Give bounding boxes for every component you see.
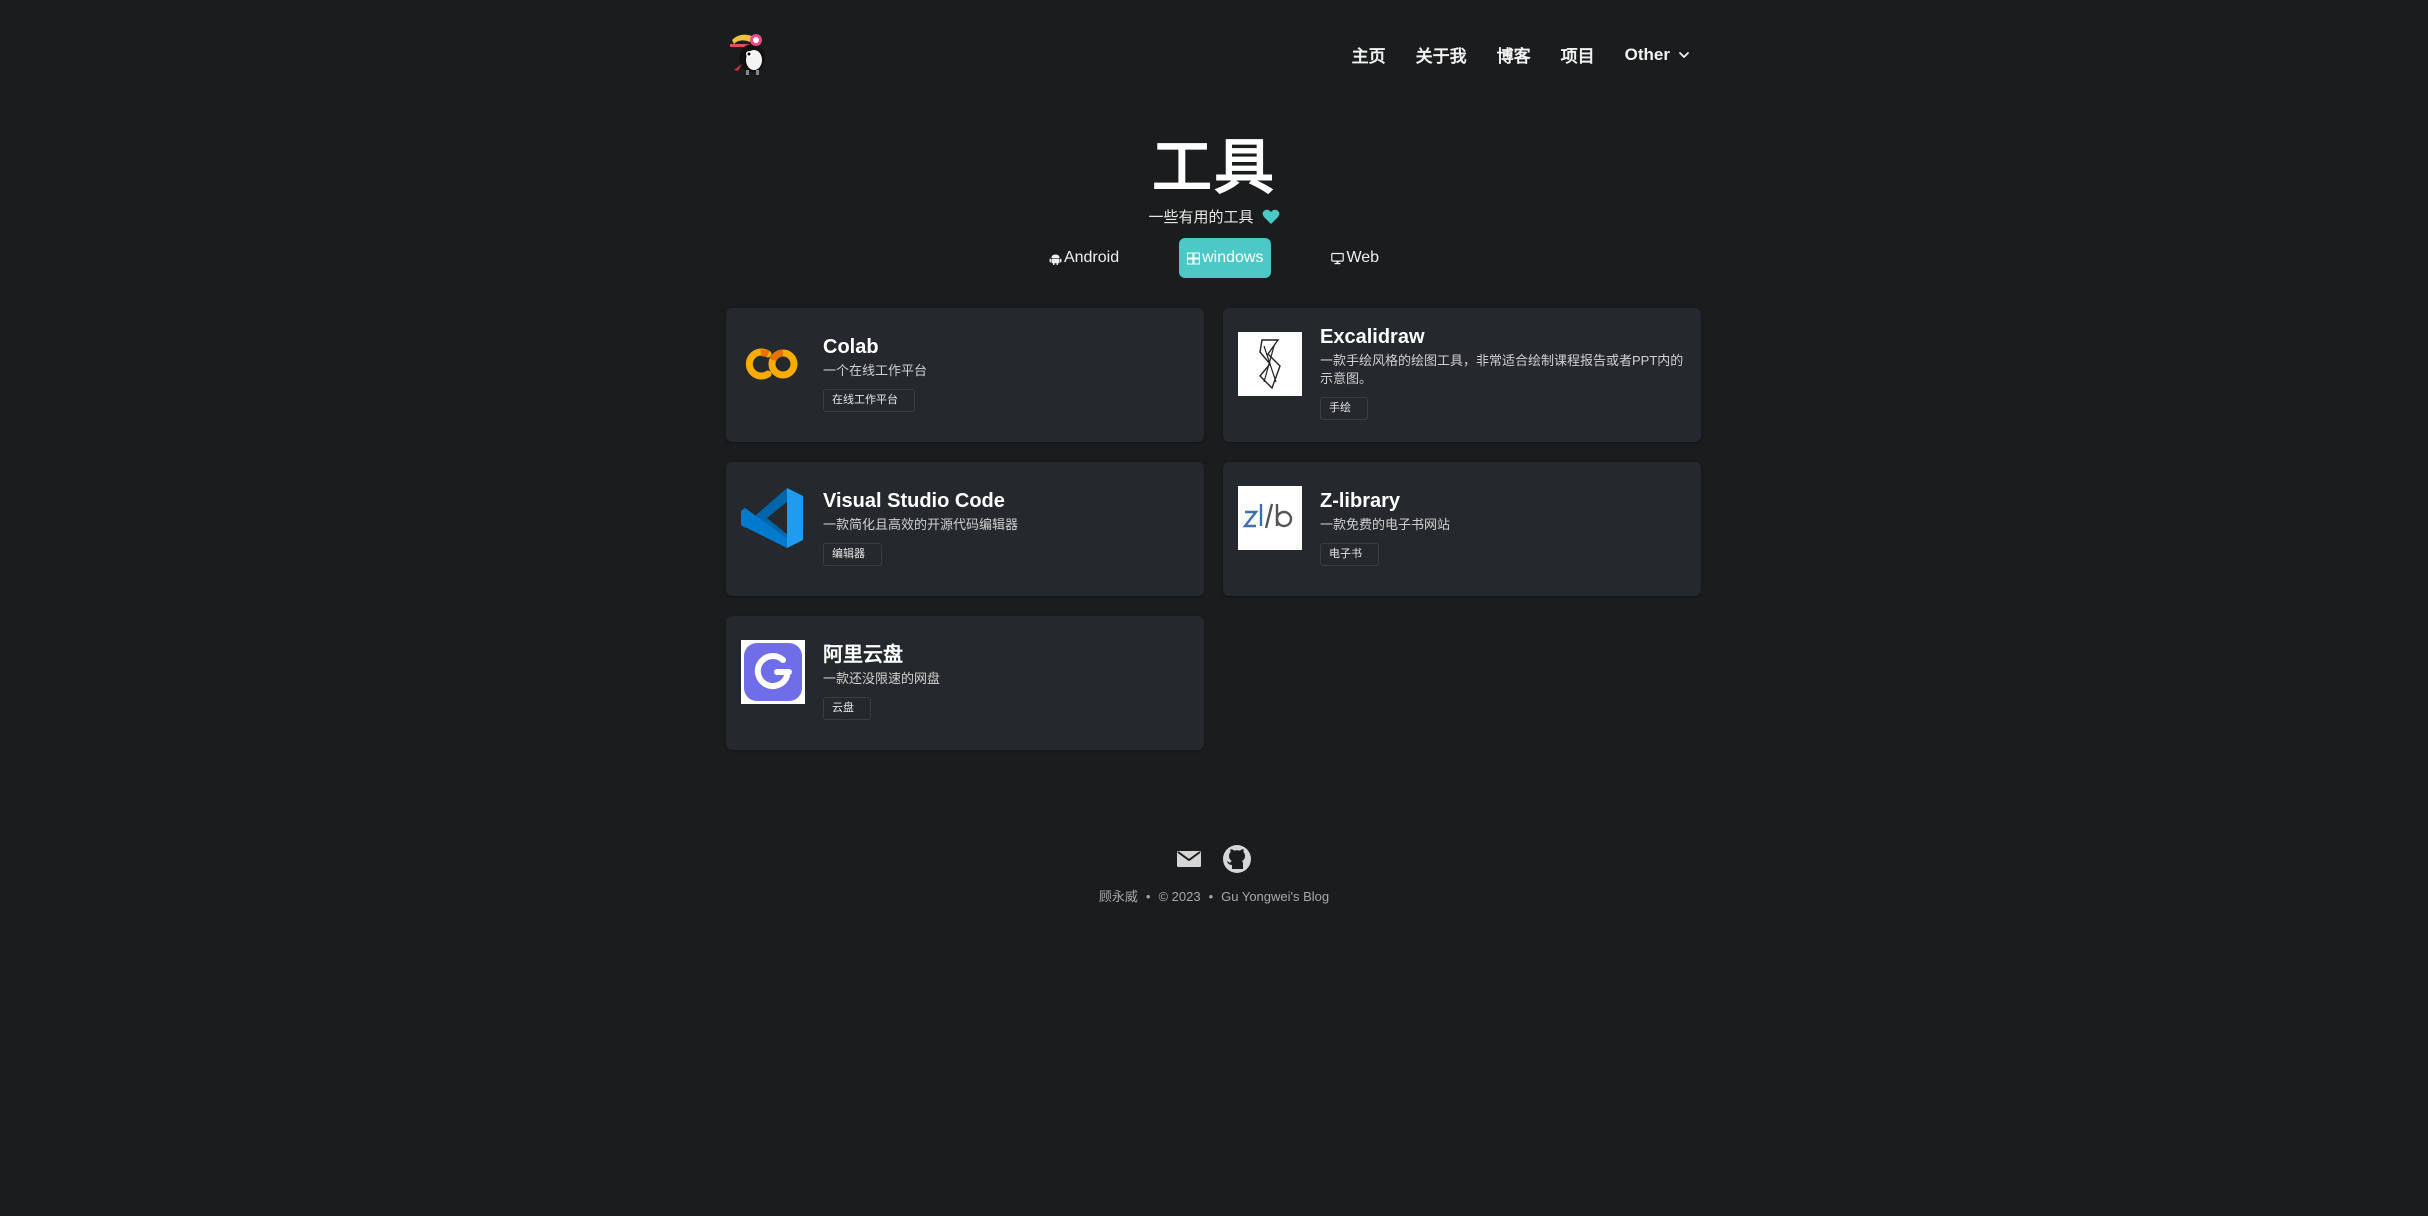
tool-tag[interactable]: 手绘 (1320, 397, 1368, 420)
tool-tag[interactable]: 云盘 (823, 697, 871, 720)
page-subtitle-row: 一些有用的工具 (0, 206, 2428, 227)
tab-web-label: Web (1346, 249, 1380, 266)
nav-home[interactable]: 主页 (1352, 42, 1386, 67)
github-icon[interactable] (1222, 844, 1252, 874)
tool-description: 一款还没限速的网盘 (823, 671, 941, 686)
tool-description: 一款简化且高效的开源代码编辑器 (823, 517, 1019, 532)
nav-about[interactable]: 关于我 (1416, 42, 1467, 67)
card-body: 阿里云盘 一款还没限速的网盘 云盘 (823, 642, 1192, 720)
nav-other-dropdown[interactable]: Other (1625, 45, 1690, 65)
tool-card-excalidraw[interactable]: Excalidraw 一款手绘风格的绘图工具，非常适合绘制课程报告或者PPT内的… (1223, 308, 1701, 442)
windows-icon (1187, 252, 1200, 264)
tab-android-label: Android (1063, 249, 1120, 266)
tool-card-aliyun-drive[interactable]: 阿里云盘 一款还没限速的网盘 云盘 (726, 616, 1204, 750)
footer-copyright: © 2023 (1158, 889, 1201, 904)
heart-icon (1262, 209, 1279, 224)
tool-tag[interactable]: 编辑器 (823, 543, 882, 566)
page-title: 工具 (1152, 134, 1276, 201)
tool-name: Colab (823, 336, 879, 358)
tool-name: Z-library (1320, 490, 1401, 512)
vscode-icon (741, 488, 803, 548)
tool-name: 阿里云盘 (823, 644, 903, 666)
tool-description: 一款手绘风格的绘图工具，非常适合绘制课程报告或者PPT内的示意图。 (1320, 353, 1684, 386)
monitor-icon (1331, 252, 1345, 264)
android-icon (1049, 254, 1062, 265)
card-body: Z-library 一款免费的电子书网站 电子书 (1320, 488, 1689, 566)
tool-description: 一款免费的电子书网站 (1320, 517, 1451, 532)
tool-tag[interactable]: 电子书 (1320, 543, 1379, 566)
card-body: Colab 一个在线工作平台 在线工作平台 (823, 334, 1192, 412)
tab-windows-label: windows (1202, 249, 1264, 266)
zlibrary-icon (1238, 486, 1302, 550)
chevron-down-icon (1679, 51, 1689, 58)
footer-text: 顾永威 • © 2023 • Gu Yongwei's Blog (0, 886, 2428, 905)
mail-icon[interactable] (1176, 849, 1202, 869)
footer-separator: • (1208, 889, 1214, 904)
nav-blog[interactable]: 博客 (1497, 42, 1531, 67)
card-body: Excalidraw 一款手绘风格的绘图工具，非常适合绘制课程报告或者PPT内的… (1320, 324, 1689, 420)
tool-description: 一个在线工作平台 (823, 363, 928, 378)
tool-name: Excalidraw (1320, 326, 1425, 348)
tool-card-colab[interactable]: Colab 一个在线工作平台 在线工作平台 (726, 308, 1204, 442)
excalidraw-icon (1238, 332, 1302, 396)
colab-icon (745, 348, 798, 380)
footer-social-links (0, 844, 2428, 874)
site-logo[interactable] (726, 30, 772, 76)
aliyun-drive-icon (741, 640, 805, 704)
card-body: Visual Studio Code 一款简化且高效的开源代码编辑器 编辑器 (823, 488, 1192, 566)
footer-site-link[interactable]: Gu Yongwei's Blog (1221, 889, 1329, 904)
page-subtitle: 一些有用的工具 (1148, 209, 1254, 226)
nav-other-label: Other (1624, 44, 1670, 64)
tool-card-vscode[interactable]: Visual Studio Code 一款简化且高效的开源代码编辑器 编辑器 (726, 462, 1204, 596)
tool-tag[interactable]: 在线工作平台 (823, 389, 915, 412)
footer-separator: • (1145, 889, 1151, 904)
platform-tabs: Android windows Web (0, 238, 2428, 278)
tool-card-zlibrary[interactable]: Z-library 一款免费的电子书网站 电子书 (1223, 462, 1701, 596)
tab-windows[interactable]: windows (1179, 238, 1272, 278)
tab-android[interactable]: Android (1041, 238, 1127, 278)
tool-name: Visual Studio Code (823, 490, 1005, 512)
footer-author[interactable]: 顾永威 (1099, 889, 1138, 904)
tab-web[interactable]: Web (1323, 238, 1387, 278)
site-header: 主页 关于我 博客 项目 Other (726, 24, 1702, 86)
main-nav: 主页 关于我 博客 项目 Other (1352, 42, 1690, 67)
nav-projects[interactable]: 项目 (1561, 42, 1595, 67)
